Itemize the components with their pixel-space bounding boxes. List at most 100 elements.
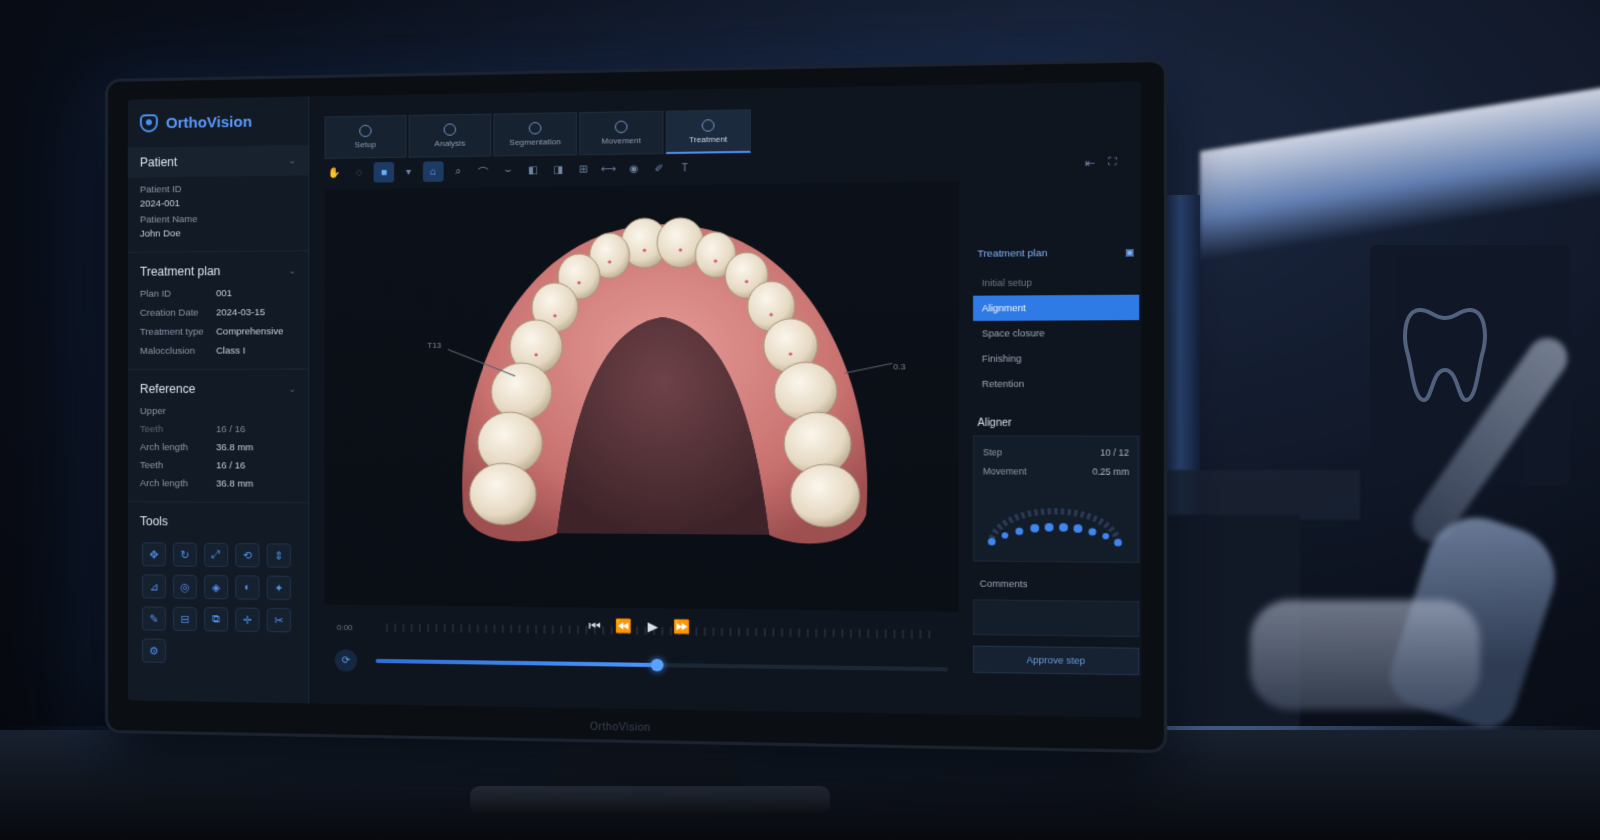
timeline-slider[interactable]	[376, 659, 948, 672]
monitor: OrthoVision Patient ⌄ Patient ID 2024-00…	[108, 62, 1164, 750]
dock-icon[interactable]: ⇤	[1085, 156, 1095, 170]
approve-step-button[interactable]: Approve step	[973, 646, 1139, 676]
tool-crosshair-icon[interactable]: ✛	[235, 607, 259, 631]
grid-icon[interactable]: ⊞	[573, 159, 594, 180]
tool-cut-icon[interactable]: ✂	[267, 608, 291, 633]
step-row: Step 10 / 12	[983, 443, 1129, 462]
comments-label: Comments	[973, 572, 1139, 597]
upper-value	[216, 406, 296, 417]
stage-item[interactable]: Finishing	[973, 346, 1139, 372]
chevron-down-icon[interactable]: ⌄	[288, 265, 296, 276]
reference-details: Upper Teeth 16 / 16 Arch length 36.8 mm …	[128, 404, 308, 496]
loop-icon[interactable]: ⟳	[335, 649, 357, 672]
tool-torque-icon[interactable]: ⟲	[235, 543, 259, 567]
tab-setup[interactable]: Setup	[325, 115, 407, 159]
tools-grid: ✥ ↻ ⤢ ⟲ ⇕ ⊿ ◎ ◈ ◐ ✦ ✎ ⊟ ⧉ ✛ ✂ ⚙	[128, 536, 308, 671]
treatment-icon	[702, 119, 715, 132]
paint-icon[interactable]: ✐	[649, 158, 670, 179]
teeth-label: Teeth	[140, 460, 216, 471]
tooth-annotation-right: 0.3	[893, 362, 905, 371]
movement-row: Movement 0.25 mm	[983, 462, 1129, 482]
step-value: 10 / 12	[1100, 447, 1129, 458]
tab-label: Treatment	[689, 134, 728, 144]
tool-collision-icon[interactable]: ✦	[267, 576, 291, 600]
arch-length-value: 36.8 mm	[216, 478, 296, 489]
comments-input[interactable]	[973, 599, 1139, 637]
tool-measure-icon[interactable]: ⊿	[142, 574, 166, 598]
lower-arch-icon[interactable]: ⌣	[498, 160, 519, 181]
arch-dots-diagram	[983, 481, 1127, 556]
side-view-icon[interactable]: ◨	[548, 160, 569, 181]
chevron-down-icon[interactable]: ⌄	[288, 383, 296, 394]
tab-label: Analysis	[434, 139, 465, 149]
tooth-annotation-left: T13	[427, 341, 441, 350]
step-back-icon[interactable]: ⏪	[616, 618, 633, 635]
upper-arch-icon[interactable]: ⌒	[473, 161, 494, 182]
stage-item[interactable]: Space closure	[973, 320, 1139, 346]
tab-label: Setup	[355, 140, 376, 149]
arch-length-label: Arch length	[140, 478, 216, 489]
tab-movement[interactable]: Movement	[579, 111, 663, 156]
tab-label: Segmentation	[509, 137, 561, 147]
front-view-icon[interactable]: ◧	[523, 160, 544, 181]
dental-chair-seat	[1250, 600, 1480, 710]
stage-item[interactable]: Retention	[973, 371, 1139, 397]
save-icon[interactable]: ▣	[1125, 247, 1135, 259]
creation-date-label: Creation Date	[140, 307, 216, 318]
tool-settings-icon[interactable]: ⚙	[142, 638, 166, 662]
aligner-box: Step 10 / 12 Movement 0.25 mm	[973, 435, 1139, 562]
text-icon[interactable]: T	[674, 158, 695, 179]
patient-id-label: Patient ID	[140, 183, 296, 196]
fullscreen-icon[interactable]: ⛶	[1108, 156, 1117, 170]
reference-section: Reference ⌄ Upper Teeth 16 / 16 Arch len…	[128, 369, 308, 496]
arch-length-label: Arch length	[140, 442, 216, 453]
timeline-handle[interactable]	[651, 659, 664, 672]
chevron-down-icon[interactable]: ▾	[398, 162, 419, 183]
tooth-logo-icon	[1400, 300, 1490, 410]
cube-view-icon[interactable]: ■	[374, 162, 395, 183]
step-forward-icon[interactable]: ⏩	[673, 619, 690, 636]
tab-segmentation[interactable]: Segmentation	[493, 112, 577, 156]
treatment-plan-header[interactable]: Treatment plan ⌄	[128, 255, 308, 287]
patient-id-value: 2024-001	[140, 197, 296, 210]
play-icon[interactable]: ▶	[647, 618, 658, 635]
hand-icon[interactable]: ✋	[325, 163, 345, 184]
reference-header[interactable]: Reference ⌄	[128, 374, 308, 404]
skip-start-icon[interactable]: ⏮	[589, 618, 601, 635]
treatment-plan-heading: Treatment plan	[140, 264, 220, 279]
tool-brush-icon[interactable]: ✎	[142, 606, 166, 630]
home-view-icon[interactable]: ⌂	[423, 161, 444, 182]
stage-item-active[interactable]: Alignment	[973, 295, 1139, 321]
chevron-down-icon[interactable]: ⌄	[288, 155, 296, 166]
tool-attachment-icon[interactable]: ◈	[204, 575, 228, 599]
tools-section: Tools ✥ ↻ ⤢ ⟲ ⇕ ⊿ ◎ ◈ ◐ ✦ ✎ ⊟ ⧉ ✛ ✂ ⚙	[128, 501, 308, 671]
setup-icon	[359, 125, 371, 137]
reference-heading: Reference	[140, 382, 195, 396]
tools-heading: Tools	[140, 514, 168, 528]
zoom-icon[interactable]: ⌕	[448, 161, 469, 182]
monitor-base	[470, 786, 830, 814]
patient-section-header[interactable]: Patient ⌄	[128, 145, 308, 178]
step-label: Step	[983, 447, 1002, 458]
window-controls: ⇤ ⛶	[1085, 156, 1117, 170]
arch-length-value: 36.8 mm	[216, 442, 296, 453]
malocclusion-value: Class I	[216, 345, 296, 356]
tool-extrude-icon[interactable]: ⇕	[267, 543, 291, 567]
measure-icon[interactable]: ⟷	[598, 159, 619, 180]
tab-analysis[interactable]: Analysis	[409, 114, 492, 158]
tool-move-icon[interactable]: ✥	[142, 542, 166, 566]
camera-icon[interactable]: ◉	[623, 158, 644, 179]
tab-treatment[interactable]: Treatment	[666, 109, 751, 154]
tools-header: Tools	[128, 506, 308, 537]
3d-viewport[interactable]: T13 0.3	[325, 181, 959, 611]
tool-ipr-icon[interactable]: ◐	[235, 575, 259, 599]
tool-section-icon[interactable]: ⊟	[173, 607, 197, 631]
tool-segment-icon[interactable]: ◎	[173, 575, 197, 599]
playback-bar: 0:00 ⏮ ⏪ ▶ ⏩ ⟳	[325, 613, 959, 705]
tool-tip-icon[interactable]: ⤢	[204, 543, 228, 567]
stage-item[interactable]: Initial setup	[973, 269, 1139, 295]
dental-arch-model[interactable]	[453, 201, 877, 556]
tool-rotate-icon[interactable]: ↻	[173, 543, 197, 567]
tool-overlay-icon[interactable]: ⧉	[204, 607, 228, 631]
orbit-icon[interactable]: ◌	[349, 162, 369, 183]
